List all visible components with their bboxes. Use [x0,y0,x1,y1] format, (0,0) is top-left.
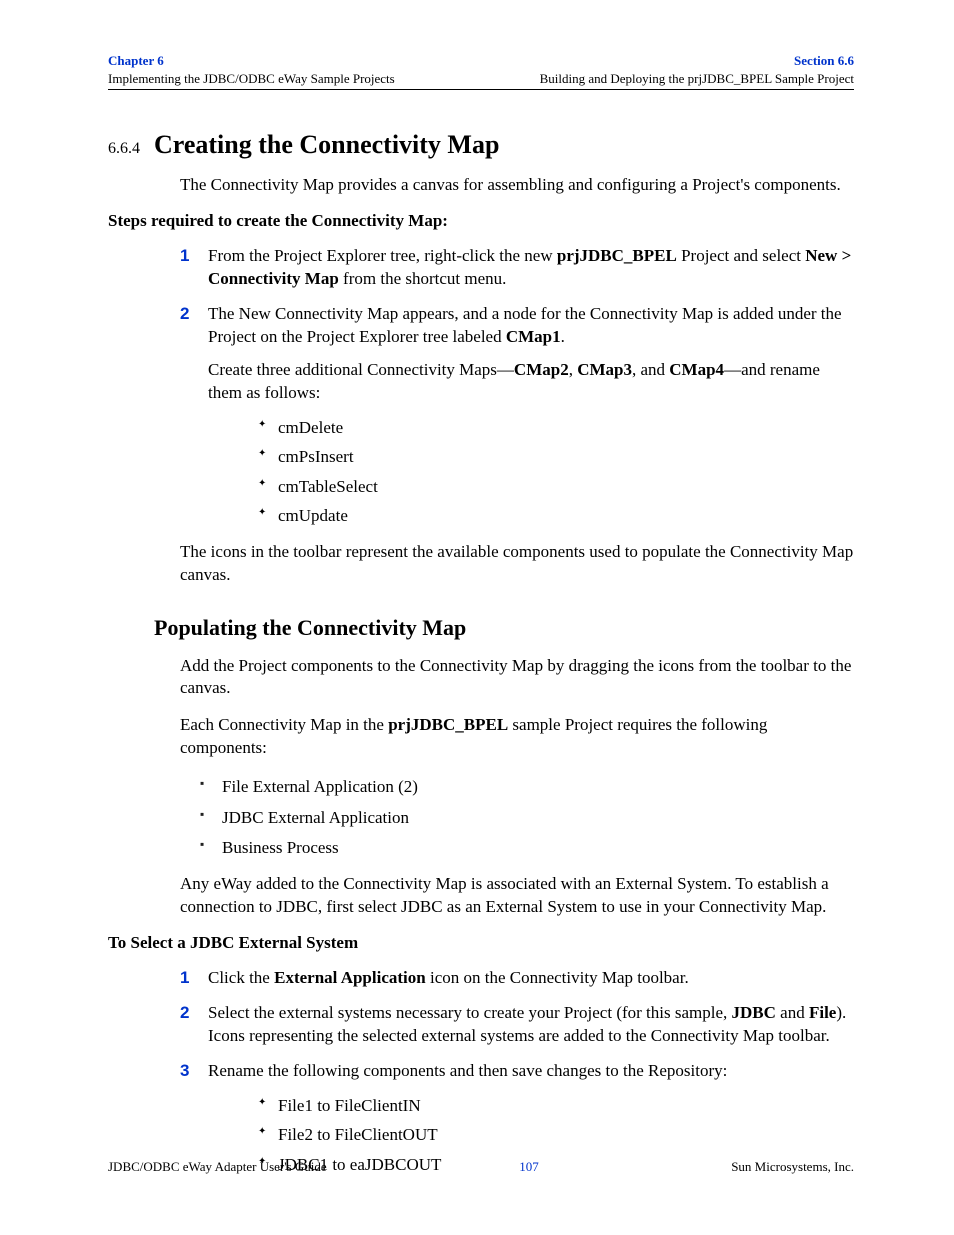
footer-left: JDBC/ODBC eWay Adapter User's Guide [108,1159,327,1175]
section-number: 6.6.4 [108,140,154,158]
chapter-subtitle: Implementing the JDBC/ODBC eWay Sample P… [108,70,395,88]
populate-p3: Any eWay added to the Connectivity Map i… [180,873,854,919]
components-list: File External Application (2) JDBC Exter… [200,774,854,861]
section-label: Section 6.6 [540,52,854,70]
page-footer: JDBC/ODBC eWay Adapter User's Guide 107 … [108,1159,854,1175]
list-item: cmPsInsert [258,444,854,470]
intro-paragraph: The Connectivity Map provides a canvas f… [180,174,854,197]
select-step-2: Select the external systems necessary to… [180,1002,854,1048]
populate-p1: Add the Project components to the Connec… [180,655,854,701]
populate-p2: Each Connectivity Map in the prjJDBC_BPE… [180,714,854,760]
rename-list: cmDelete cmPsInsert cmTableSelect cmUpda… [258,415,854,529]
section-subtitle: Building and Deploying the prjJDBC_BPEL … [540,70,854,88]
chapter-label: Chapter 6 [108,52,395,70]
list-item: cmTableSelect [258,474,854,500]
list-item: File1 to FileClientIN [258,1093,854,1119]
footer-right: Sun Microsystems, Inc. [731,1159,854,1175]
list-item: cmUpdate [258,503,854,529]
steps-heading: Steps required to create the Connectivit… [108,211,854,231]
list-item: File External Application (2) [200,774,854,800]
section-title: 6.6.4Creating the Connectivity Map [108,130,854,160]
list-item: File2 to FileClientOUT [258,1122,854,1148]
steps-list: From the Project Explorer tree, right-cl… [180,245,854,529]
section-title-text: Creating the Connectivity Map [154,130,499,159]
after-list-paragraph: The icons in the toolbar represent the a… [180,541,854,587]
step-2: The New Connectivity Map appears, and a … [180,303,854,529]
step-1: From the Project Explorer tree, right-cl… [180,245,854,291]
select-heading: To Select a JDBC External System [108,933,854,953]
subsection-title: Populating the Connectivity Map [154,615,854,641]
list-item: Business Process [200,835,854,861]
page-number: 107 [519,1159,539,1175]
select-step-1: Click the External Application icon on t… [180,967,854,990]
list-item: JDBC External Application [200,805,854,831]
select-steps: Click the External Application icon on t… [180,967,854,1177]
list-item: cmDelete [258,415,854,441]
page-header: Chapter 6 Implementing the JDBC/ODBC eWa… [108,52,854,90]
